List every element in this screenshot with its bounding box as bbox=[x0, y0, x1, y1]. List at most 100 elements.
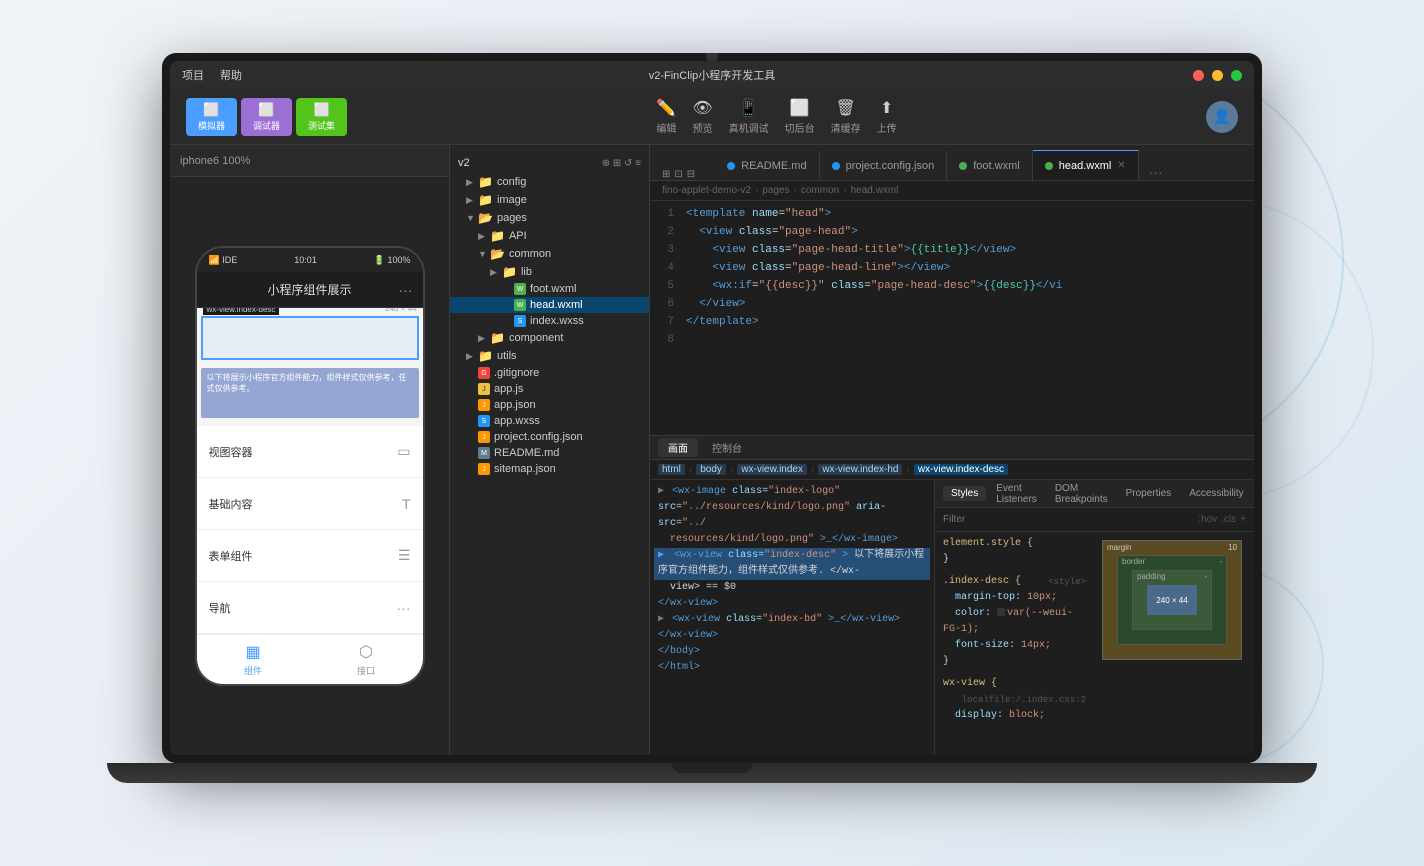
code-editor[interactable]: 1 <template name="head"> 2 <view class="… bbox=[650, 201, 1254, 435]
minimize-btn[interactable] bbox=[1212, 70, 1223, 81]
tree-item-lib[interactable]: ▶ 📁 lib bbox=[450, 263, 649, 281]
folder-config-icon: 📁 bbox=[478, 175, 493, 189]
arrow-config: ▶ bbox=[466, 177, 478, 188]
tool-preview[interactable]: 👁 预览 bbox=[692, 98, 712, 135]
list-item-nav[interactable]: 导航 ··· bbox=[197, 582, 423, 634]
tree-item-utils[interactable]: ▶ 📁 utils bbox=[450, 347, 649, 365]
root-label: v2 bbox=[458, 157, 470, 169]
devtag-body[interactable]: body bbox=[696, 464, 726, 475]
styles-filter-input[interactable] bbox=[943, 514, 1194, 525]
tag-wx-view-open: > bbox=[842, 550, 848, 561]
tree-item-foot-wxml[interactable]: ▶ W foot.wxml bbox=[450, 281, 649, 297]
folder-api-icon: 📁 bbox=[490, 229, 505, 243]
subtab-properties[interactable]: Properties bbox=[1118, 486, 1180, 501]
source-index-desc[interactable]: <style> bbox=[1048, 574, 1086, 590]
preview-icon: 👁 bbox=[692, 98, 712, 118]
file-sitemap-icon: J bbox=[478, 463, 490, 475]
tab-readme[interactable]: README.md bbox=[715, 150, 819, 180]
tab-foot-wxml[interactable]: foot.wxml bbox=[947, 150, 1032, 180]
device-debug-label: 真机调试 bbox=[729, 120, 769, 135]
devtools-breadcrumb: html › body › wx-view.index › wx-view.in… bbox=[650, 460, 1254, 480]
breadcrumb-sep-3: › bbox=[843, 185, 846, 196]
menu-project[interactable]: 项目 bbox=[182, 67, 204, 83]
tree-item-api[interactable]: ▶ 📁 API bbox=[450, 227, 649, 245]
debugger-button[interactable]: ⬜ 调试器 bbox=[241, 98, 292, 136]
tree-item-pages[interactable]: ▼ 📂 pages bbox=[450, 209, 649, 227]
tree-item-app-wxss[interactable]: ▶ S app.wxss bbox=[450, 413, 649, 429]
devtab-elements[interactable]: 画面 bbox=[658, 438, 698, 457]
tree-item-common[interactable]: ▼ 📂 common bbox=[450, 245, 649, 263]
menu-help[interactable]: 帮助 bbox=[220, 67, 242, 83]
list-item-basic[interactable]: 基础内容 T bbox=[197, 478, 423, 530]
subtab-styles[interactable]: Styles bbox=[943, 486, 986, 501]
file-readme-label: README.md bbox=[494, 447, 559, 459]
tree-item-head-wxml[interactable]: ▶ W head.wxml bbox=[450, 297, 649, 313]
phone-signal: 📶 IDE bbox=[209, 255, 238, 266]
styles-rules: element.style { } .index-desc { <style> bbox=[935, 532, 1094, 755]
tool-clear-cache[interactable]: 🗑 清缓存 bbox=[831, 98, 861, 135]
tree-item-gitignore[interactable]: ▶ G .gitignore bbox=[450, 365, 649, 381]
tool-device-debug[interactable]: 📱 真机调试 bbox=[729, 98, 769, 135]
subtab-accessibility[interactable]: Accessibility bbox=[1181, 486, 1251, 501]
tool-upload[interactable]: ⬆ 上传 bbox=[877, 98, 897, 135]
phone-frame: 📶 IDE 10:01 🔋 100% 小程序组件展示 ··· bbox=[195, 246, 425, 686]
devtag-html[interactable]: html bbox=[658, 464, 685, 475]
tree-item-app-json[interactable]: ▶ J app.json bbox=[450, 397, 649, 413]
more-tabs-btn[interactable]: ··· bbox=[1143, 164, 1169, 180]
source-wx-view[interactable]: localfile:/.index.css:2 bbox=[962, 692, 1086, 708]
subtab-event-listeners[interactable]: Event Listeners bbox=[988, 481, 1045, 507]
devtag-wx-view-index-desc[interactable]: wx-view.index-desc bbox=[914, 464, 1008, 475]
expand-2[interactable]: ▶ bbox=[658, 614, 664, 625]
list-label-nav: 导航 bbox=[209, 600, 231, 616]
tree-actions[interactable]: ⊕ ⊞ ↺ ≡ bbox=[602, 158, 641, 169]
tree-item-project-config[interactable]: ▶ J project.config.json bbox=[450, 429, 649, 445]
main-area: iphone6 100% 📶 IDE 10:01 🔋 100% 小程序组件展示 bbox=[170, 145, 1254, 755]
folder-lib-icon: 📁 bbox=[502, 265, 517, 279]
devtag-sep-1: › bbox=[689, 464, 692, 475]
filter-hint-plus[interactable]: + bbox=[1240, 514, 1246, 525]
list-item-view[interactable]: 视图容器 ▭ bbox=[197, 426, 423, 478]
tree-item-config[interactable]: ▶ 📁 config bbox=[450, 173, 649, 191]
subtab-dom-breakpoints[interactable]: DOM Breakpoints bbox=[1047, 481, 1116, 507]
close-btn[interactable] bbox=[1193, 70, 1204, 81]
box-model-content-value: 240 × 44 bbox=[1156, 596, 1187, 605]
tree-item-index-wxss[interactable]: ▶ S index.wxss bbox=[450, 313, 649, 329]
tab-head-wxml[interactable]: head.wxml ✕ bbox=[1033, 150, 1139, 180]
maximize-btn[interactable] bbox=[1231, 70, 1242, 81]
expand-1[interactable]: ▶ bbox=[658, 486, 664, 497]
foot-wxml-tab-label: foot.wxml bbox=[973, 160, 1019, 172]
arrow-api: ▶ bbox=[478, 231, 490, 242]
tool-edit[interactable]: ✏️ 编辑 bbox=[656, 98, 676, 135]
attr-class-1: class= bbox=[732, 486, 768, 497]
simulator-button[interactable]: ⬜ 模拟器 bbox=[186, 98, 237, 136]
file-project-config-label: project.config.json bbox=[494, 431, 583, 443]
tree-item-sitemap[interactable]: ▶ J sitemap.json bbox=[450, 461, 649, 477]
folder-api-label: API bbox=[509, 230, 527, 242]
filter-hint-hov[interactable]: :hov bbox=[1198, 514, 1217, 525]
list-icon-basic: T bbox=[402, 496, 411, 512]
box-model-content: 240 × 44 bbox=[1147, 585, 1197, 615]
tree-item-image[interactable]: ▶ 📁 image bbox=[450, 191, 649, 209]
tab-api[interactable]: ⬡ 接口 bbox=[310, 642, 423, 677]
list-item-form[interactable]: 表单组件 ☰ bbox=[197, 530, 423, 582]
devtab-console[interactable]: 控制台 bbox=[702, 438, 752, 457]
file-foot-wxml-label: foot.wxml bbox=[530, 283, 576, 295]
devtag-wx-view-index[interactable]: wx-view.index bbox=[737, 464, 807, 475]
tree-item-readme[interactable]: ▶ M README.md bbox=[450, 445, 649, 461]
head-wxml-tab-close[interactable]: ✕ bbox=[1117, 160, 1125, 171]
filter-hint-cls[interactable]: .cls bbox=[1221, 514, 1236, 525]
phone-more-icon[interactable]: ··· bbox=[399, 282, 413, 298]
tree-item-app-js[interactable]: ▶ J app.js bbox=[450, 381, 649, 397]
user-avatar[interactable]: 👤 bbox=[1206, 101, 1238, 133]
tab-components[interactable]: ▦ 组件 bbox=[197, 642, 310, 677]
api-icon: ⬡ bbox=[359, 642, 373, 662]
file-tree: v2 ⊕ ⊞ ↺ ≡ ▶ 📁 config ▶ 📁 image bbox=[450, 145, 650, 755]
attr-val-class-1: "index-logo" bbox=[768, 486, 840, 497]
tree-item-component[interactable]: ▶ 📁 component bbox=[450, 329, 649, 347]
test-button[interactable]: ⬜ 测试集 bbox=[296, 98, 347, 136]
devtag-wx-view-index-hd[interactable]: wx-view.index-hd bbox=[818, 464, 902, 475]
path-icon-3: ⊟ bbox=[687, 169, 695, 180]
tag-wx-view-bd-content: >_</wx-view> bbox=[828, 614, 900, 625]
tab-project-config[interactable]: project.config.json bbox=[820, 150, 948, 180]
tool-background[interactable]: ⬜ 切后台 bbox=[785, 98, 815, 135]
